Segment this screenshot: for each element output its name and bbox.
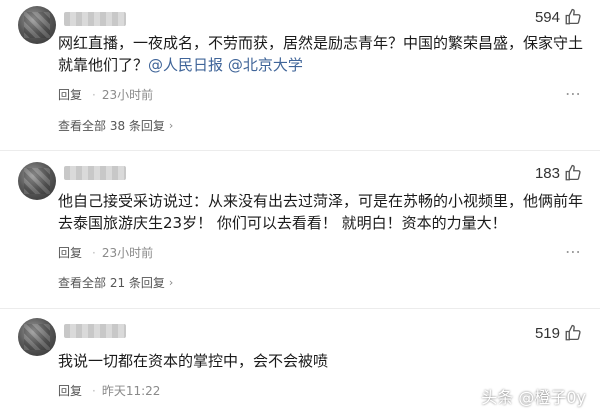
divider [0,150,600,151]
like-button[interactable]: 519 [535,324,582,342]
username[interactable] [64,12,126,26]
more-icon[interactable]: ⋯ [565,242,582,261]
separator-dot: · [92,383,96,398]
comment-meta: 回复 · 23小时前 [58,244,153,261]
view-replies-label: 查看全部 21 条回复 [58,276,165,290]
chevron-right-icon: › [168,276,174,289]
reply-button[interactable]: 回复 [58,382,82,399]
comment-text: 我说一切都在资本的掌控中，会不会被喷 [58,352,329,370]
view-replies-label: 查看全部 38 条回复 [58,119,165,133]
reply-button[interactable]: 回复 [58,244,82,261]
avatar[interactable] [18,162,56,200]
timestamp: 23小时前 [101,88,154,102]
watermark: 头条 @橙子0y [481,388,586,407]
timestamp: 昨天11:22 [101,384,161,398]
reply-button[interactable]: 回复 [58,86,82,103]
like-count: 183 [534,164,560,182]
comment-text: 他自己接受采访说过：从来没有出去过菏泽，可是在苏畅的小视频里，他俩前年去泰国旅游… [58,192,584,232]
mention-link[interactable]: @人民日报 [148,56,223,74]
username[interactable] [64,166,126,180]
comment-text: 网红直播，一夜成名，不劳而获，居然是励志青年？中国的繁荣昌盛，保家守土就靠他们了… [58,32,586,76]
view-replies-link[interactable]: 查看全部 21 条回复 › [58,274,173,291]
comment-body: 网红直播，一夜成名，不劳而获，居然是励志青年？中国的繁荣昌盛，保家守土就靠他们了… [58,34,584,74]
mention-link[interactable]: @北京大学 [228,56,303,74]
like-button[interactable]: 183 [535,164,582,182]
timestamp: 23小时前 [101,246,154,260]
like-count: 519 [534,324,560,342]
username[interactable] [64,324,126,338]
like-button[interactable]: 594 [535,8,582,26]
separator-dot: · [92,87,96,102]
comment-meta: 回复 · 昨天11:22 [58,382,160,399]
more-icon[interactable]: ⋯ [565,84,582,103]
comment-meta: 回复 · 23小时前 [58,86,153,103]
divider [0,308,600,309]
like-count: 594 [534,8,560,26]
avatar[interactable] [18,318,56,356]
chevron-right-icon: › [168,119,174,132]
view-replies-link[interactable]: 查看全部 38 条回复 › [58,117,173,134]
thumbs-up-icon [565,324,581,341]
separator-dot: · [92,245,96,260]
avatar[interactable] [18,6,56,44]
thumbs-up-icon [565,8,581,25]
thumbs-up-icon [565,164,581,181]
